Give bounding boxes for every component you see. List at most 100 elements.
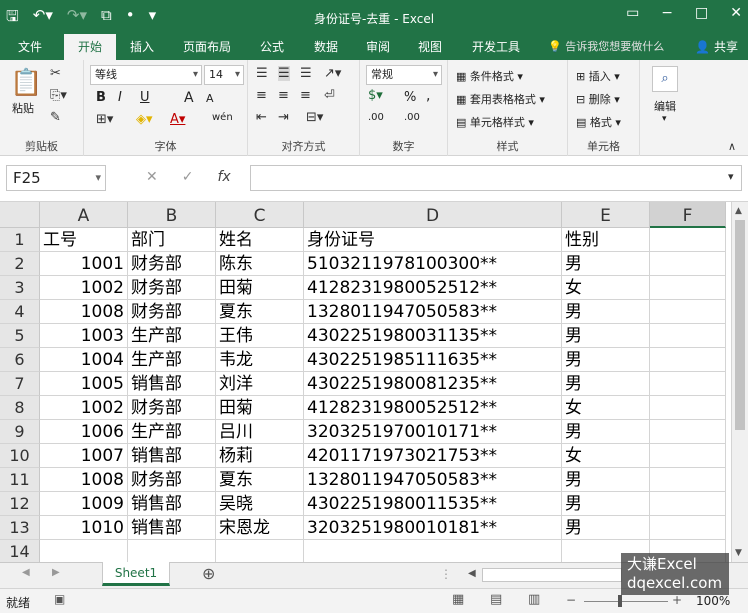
column-header-b[interactable]: B	[128, 202, 216, 228]
fx-icon[interactable]: fx	[217, 169, 230, 185]
cell-d[interactable]: 4302251980081235**	[304, 372, 562, 396]
shrink-font-button[interactable]: A	[206, 92, 214, 105]
conditional-format-button[interactable]: ▦ 条件格式 ▾	[456, 68, 523, 84]
tab-home[interactable]: 开始	[64, 34, 116, 60]
add-sheet-button[interactable]: ⊕	[202, 564, 215, 583]
cell-c[interactable]: 吴晓	[216, 492, 304, 516]
horizontal-scrollbar[interactable]	[482, 568, 622, 582]
cell-d[interactable]: 3203251970010171**	[304, 420, 562, 444]
cell-a[interactable]: 1008	[40, 300, 128, 324]
cell-f[interactable]	[650, 396, 726, 420]
align-top-icon[interactable]: ☰	[256, 66, 268, 81]
editing-button[interactable]: 编辑	[654, 98, 676, 114]
row-header[interactable]: 13	[0, 516, 40, 540]
cell-a[interactable]	[40, 540, 128, 562]
cell-b[interactable]: 财务部	[128, 252, 216, 276]
cell-f[interactable]	[650, 228, 726, 252]
cell-c[interactable]: 姓名	[216, 228, 304, 252]
cell-c[interactable]: 韦龙	[216, 348, 304, 372]
cell-b[interactable]: 财务部	[128, 468, 216, 492]
editing-dropdown-icon[interactable]: ▾	[662, 114, 667, 124]
cell-d[interactable]: 4302251980031135**	[304, 324, 562, 348]
cell-a[interactable]: 1009	[40, 492, 128, 516]
cell-e[interactable]: 男	[562, 300, 650, 324]
cell-e[interactable]: 男	[562, 420, 650, 444]
cell-e[interactable]: 男	[562, 348, 650, 372]
cell-a[interactable]: 1005	[40, 372, 128, 396]
row-header[interactable]: 4	[0, 300, 40, 324]
cell-d[interactable]: 1328011947050583**	[304, 300, 562, 324]
row-header[interactable]: 7	[0, 372, 40, 396]
close-icon[interactable]: ✕	[730, 5, 742, 21]
format-painter-icon[interactable]: ✎	[50, 110, 61, 125]
cell-d[interactable]: 4302251980011535**	[304, 492, 562, 516]
comma-button[interactable]: ,	[426, 88, 430, 104]
tab-insert[interactable]: 插入	[118, 34, 166, 60]
prev-sheet-icon[interactable]: ◀	[22, 567, 30, 578]
scroll-down-icon[interactable]: ▼	[735, 548, 742, 558]
cell-d[interactable]	[304, 540, 562, 562]
cell-c[interactable]: 宋恩龙	[216, 516, 304, 540]
align-right-icon[interactable]: ≡	[300, 88, 311, 103]
cell-f[interactable]	[650, 468, 726, 492]
cell-b[interactable]: 财务部	[128, 300, 216, 324]
maximize-icon[interactable]: □	[695, 5, 708, 21]
page-break-view-icon[interactable]: ▥	[528, 592, 540, 607]
cell-d[interactable]: 4302251985111635**	[304, 348, 562, 372]
sheet-tab-sheet1[interactable]: Sheet1	[102, 562, 170, 586]
cell-f[interactable]	[650, 372, 726, 396]
row-header[interactable]: 3	[0, 276, 40, 300]
row-header[interactable]: 11	[0, 468, 40, 492]
column-header-e[interactable]: E	[562, 202, 650, 228]
cell-b[interactable]: 财务部	[128, 276, 216, 300]
cell-e[interactable]: 性别	[562, 228, 650, 252]
scroll-up-icon[interactable]: ▲	[735, 206, 742, 216]
cell-e[interactable]: 男	[562, 516, 650, 540]
ribbon-display-icon[interactable]: ▭	[626, 5, 639, 21]
cell-a[interactable]: 工号	[40, 228, 128, 252]
bold-button[interactable]: B	[96, 90, 106, 105]
next-sheet-icon[interactable]: ▶	[52, 567, 60, 578]
cell-c[interactable]: 王伟	[216, 324, 304, 348]
row-header[interactable]: 2	[0, 252, 40, 276]
underline-button[interactable]: U	[140, 90, 150, 105]
column-header-c[interactable]: C	[216, 202, 304, 228]
tab-page-layout[interactable]: 页面布局	[176, 34, 238, 60]
format-cells-button[interactable]: ▤ 格式 ▾	[576, 114, 621, 130]
cell-e[interactable]: 女	[562, 276, 650, 300]
cell-a[interactable]: 1008	[40, 468, 128, 492]
fill-color-icon[interactable]: ◈▾	[136, 112, 153, 127]
increase-indent-icon[interactable]: ⇥	[278, 110, 289, 125]
row-header[interactable]: 1	[0, 228, 40, 252]
increase-decimal-button[interactable]: .00	[368, 112, 384, 123]
column-header-f[interactable]: F	[650, 202, 726, 228]
paste-button[interactable]: 粘贴	[12, 100, 34, 116]
row-header[interactable]: 9	[0, 420, 40, 444]
cell-b[interactable]: 生产部	[128, 420, 216, 444]
cell-d[interactable]: 4128231980052512**	[304, 276, 562, 300]
wrap-text-icon[interactable]: ⏎	[324, 88, 335, 103]
cell-c[interactable]: 杨莉	[216, 444, 304, 468]
macro-record-icon[interactable]: ▣	[54, 592, 65, 606]
italic-button[interactable]: I	[118, 90, 122, 105]
zoom-level[interactable]: 100%	[696, 594, 730, 608]
cell-a[interactable]: 1003	[40, 324, 128, 348]
tell-me-search[interactable]: 💡 告诉我您想要做什么	[548, 34, 664, 60]
insert-cells-button[interactable]: ⊞ 插入 ▾	[576, 68, 620, 84]
column-header-a[interactable]: A	[40, 202, 128, 228]
vertical-scrollbar[interactable]: ▲ ▼	[731, 202, 748, 562]
cell-e[interactable]: 男	[562, 252, 650, 276]
grow-font-button[interactable]: A	[184, 90, 194, 106]
merge-center-icon[interactable]: ⊟▾	[306, 110, 323, 125]
tab-view[interactable]: 视图	[410, 34, 450, 60]
currency-icon[interactable]: $▾	[368, 88, 383, 103]
cell-b[interactable]: 销售部	[128, 444, 216, 468]
paste-icon[interactable]: 📋	[10, 68, 42, 98]
delete-cells-button[interactable]: ⊟ 删除 ▾	[576, 91, 620, 107]
cell-b[interactable]: 销售部	[128, 516, 216, 540]
cell-b[interactable]: 销售部	[128, 492, 216, 516]
align-bottom-icon[interactable]: ☰	[300, 66, 312, 81]
cell-b[interactable]: 部门	[128, 228, 216, 252]
cell-f[interactable]	[650, 300, 726, 324]
cell-a[interactable]: 1007	[40, 444, 128, 468]
